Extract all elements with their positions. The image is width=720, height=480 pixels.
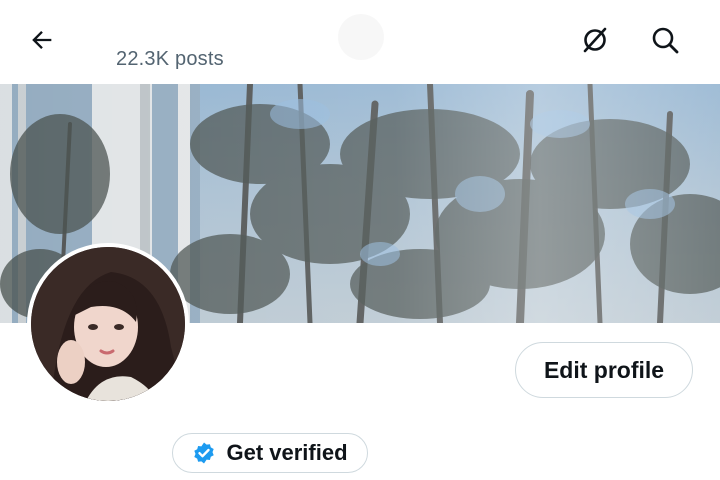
grok-icon [580, 25, 610, 60]
back-button[interactable] [24, 24, 60, 60]
verified-badge-icon [192, 441, 216, 465]
avatar-photo [31, 247, 185, 401]
posts-count: 22.3K posts [116, 48, 224, 70]
search-button[interactable] [647, 24, 683, 60]
profile-avatar[interactable] [27, 243, 189, 405]
get-verified-button[interactable]: Get verified [172, 433, 368, 473]
grok-button[interactable] [577, 24, 613, 60]
get-verified-label: Get verified [226, 440, 348, 465]
top-bar: 22.3K posts [0, 0, 720, 84]
edit-profile-button[interactable]: Edit profile [515, 342, 693, 398]
arrow-left-icon [28, 26, 56, 59]
header-ghost-avatar [338, 14, 384, 60]
search-icon [650, 25, 680, 60]
